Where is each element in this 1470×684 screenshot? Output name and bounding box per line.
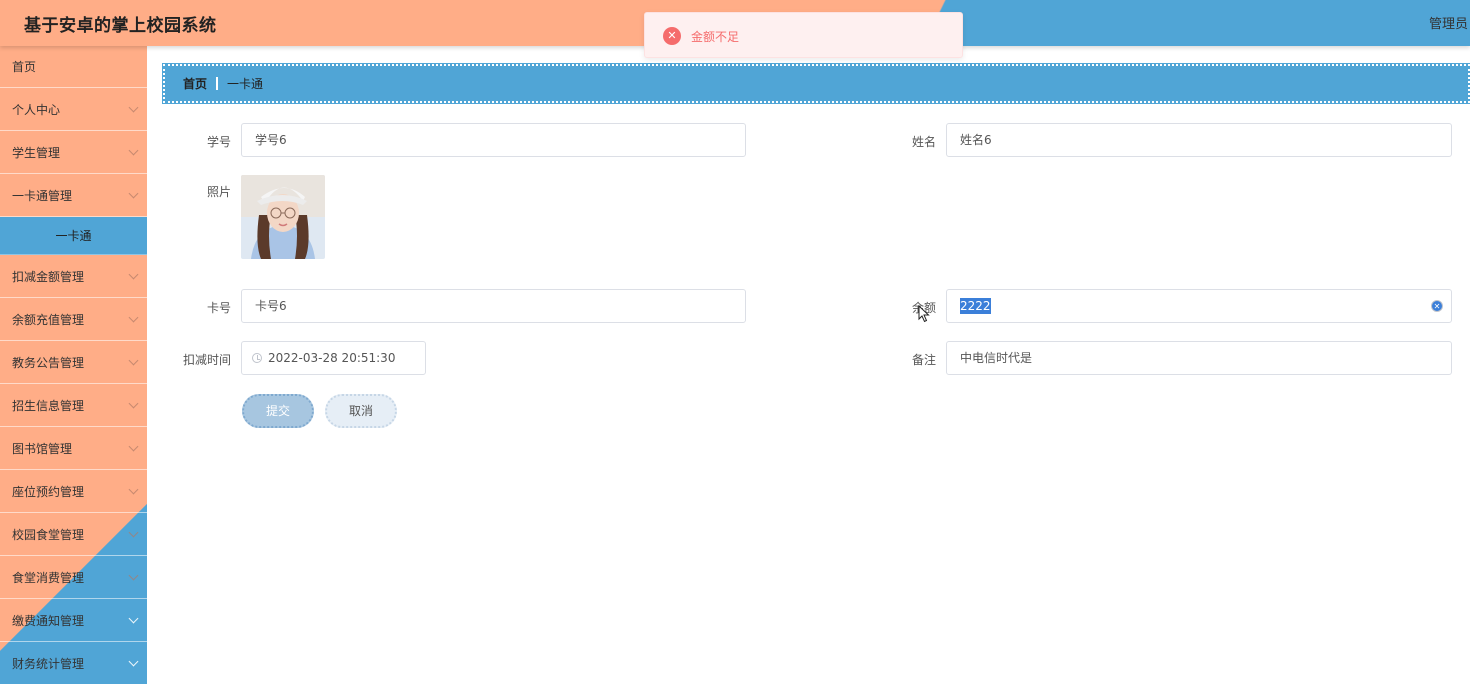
card-number-field[interactable]: 卡号6 xyxy=(241,289,746,323)
sidebar-item-personal-center[interactable]: 个人中心 xyxy=(0,88,147,131)
error-icon: ✕ xyxy=(663,27,681,45)
sidebar-subitem-campus-card[interactable]: 一卡通 xyxy=(0,217,147,255)
sidebar-item-label: 一卡通 xyxy=(55,229,92,243)
sidebar-item-label: 缴费通知管理 xyxy=(12,613,85,628)
clear-icon[interactable]: ✕ xyxy=(1431,300,1443,312)
sidebar-item-finance-statistics-management[interactable]: 财务统计管理 xyxy=(0,642,147,684)
sidebar-item-card-management[interactable]: 一卡通管理 xyxy=(0,174,147,217)
breadcrumb-home[interactable]: 首页 xyxy=(183,75,207,92)
sidebar-item-recharge-management[interactable]: 余额充值管理 xyxy=(0,298,147,341)
deduct-time-label: 扣减时间 xyxy=(182,353,231,367)
sidebar-item-label: 校园食堂管理 xyxy=(12,527,85,542)
sidebar: 首页 个人中心 学生管理 一卡通管理 一卡通 扣减金额管理 余额充值管理 教务公… xyxy=(0,46,147,684)
sidebar-item-label: 座位预约管理 xyxy=(12,484,85,499)
name-field[interactable]: 姓名6 xyxy=(946,123,1452,157)
sidebar-item-seat-reservation-management[interactable]: 座位预约管理 xyxy=(0,470,147,513)
student-photo[interactable] xyxy=(241,175,325,259)
cancel-button[interactable]: 取消 xyxy=(325,394,397,428)
sidebar-item-library-management[interactable]: 图书馆管理 xyxy=(0,427,147,470)
sidebar-item-label: 学生管理 xyxy=(12,145,61,160)
sidebar-item-label: 食堂消费管理 xyxy=(12,570,85,585)
sidebar-item-admission-management[interactable]: 招生信息管理 xyxy=(0,384,147,427)
photo-label: 照片 xyxy=(206,185,231,199)
card-number-label: 卡号 xyxy=(206,301,231,315)
name-label: 姓名 xyxy=(911,135,936,149)
sidebar-item-label: 图书馆管理 xyxy=(12,441,73,456)
toast-message: 金额不足 xyxy=(691,30,740,44)
remark-label: 备注 xyxy=(911,353,936,367)
clock-icon xyxy=(252,353,262,363)
sidebar-item-label: 首页 xyxy=(12,60,37,74)
sidebar-item-label: 财务统计管理 xyxy=(12,656,85,671)
breadcrumb-current: 一卡通 xyxy=(227,77,264,91)
sidebar-item-deduction-management[interactable]: 扣减金额管理 xyxy=(0,255,147,298)
sidebar-item-home[interactable]: 首页 xyxy=(0,46,147,88)
error-toast: ✕ 金额不足 xyxy=(644,12,963,58)
breadcrumb: 首页 一卡通 xyxy=(162,63,1470,104)
sidebar-item-canteen-consumption-management[interactable]: 食堂消费管理 xyxy=(0,556,147,599)
submit-button[interactable]: 提交 xyxy=(242,394,314,428)
sidebar-item-student-management[interactable]: 学生管理 xyxy=(0,131,147,174)
sidebar-item-label: 一卡通管理 xyxy=(12,188,73,203)
deduct-time-picker[interactable]: 2022-03-28 20:51:30 xyxy=(241,341,426,375)
student-id-field[interactable]: 学号6 xyxy=(241,123,746,157)
sidebar-item-label: 个人中心 xyxy=(12,102,61,117)
app-title: 基于安卓的掌上校园系统 xyxy=(24,16,217,36)
deduct-time-value: 2022-03-28 20:51:30 xyxy=(268,351,396,365)
sidebar-item-label: 教务公告管理 xyxy=(12,355,85,370)
balance-value: 2222 xyxy=(960,298,991,314)
sidebar-item-payment-notice-management[interactable]: 缴费通知管理 xyxy=(0,599,147,642)
remark-field[interactable]: 中电信时代是 xyxy=(946,341,1452,375)
sidebar-item-academic-notice-management[interactable]: 教务公告管理 xyxy=(0,341,147,384)
balance-input[interactable]: 2222 ✕ xyxy=(946,289,1452,323)
mouse-cursor-icon xyxy=(918,304,930,326)
sidebar-item-canteen-management[interactable]: 校园食堂管理 xyxy=(0,513,147,556)
breadcrumb-separator xyxy=(216,77,219,90)
user-menu[interactable]: 管理员 xyxy=(1429,13,1468,32)
sidebar-item-label: 余额充值管理 xyxy=(12,312,85,327)
sidebar-item-label: 扣减金额管理 xyxy=(12,269,85,284)
student-id-label: 学号 xyxy=(206,135,231,149)
sidebar-item-label: 招生信息管理 xyxy=(12,398,85,413)
